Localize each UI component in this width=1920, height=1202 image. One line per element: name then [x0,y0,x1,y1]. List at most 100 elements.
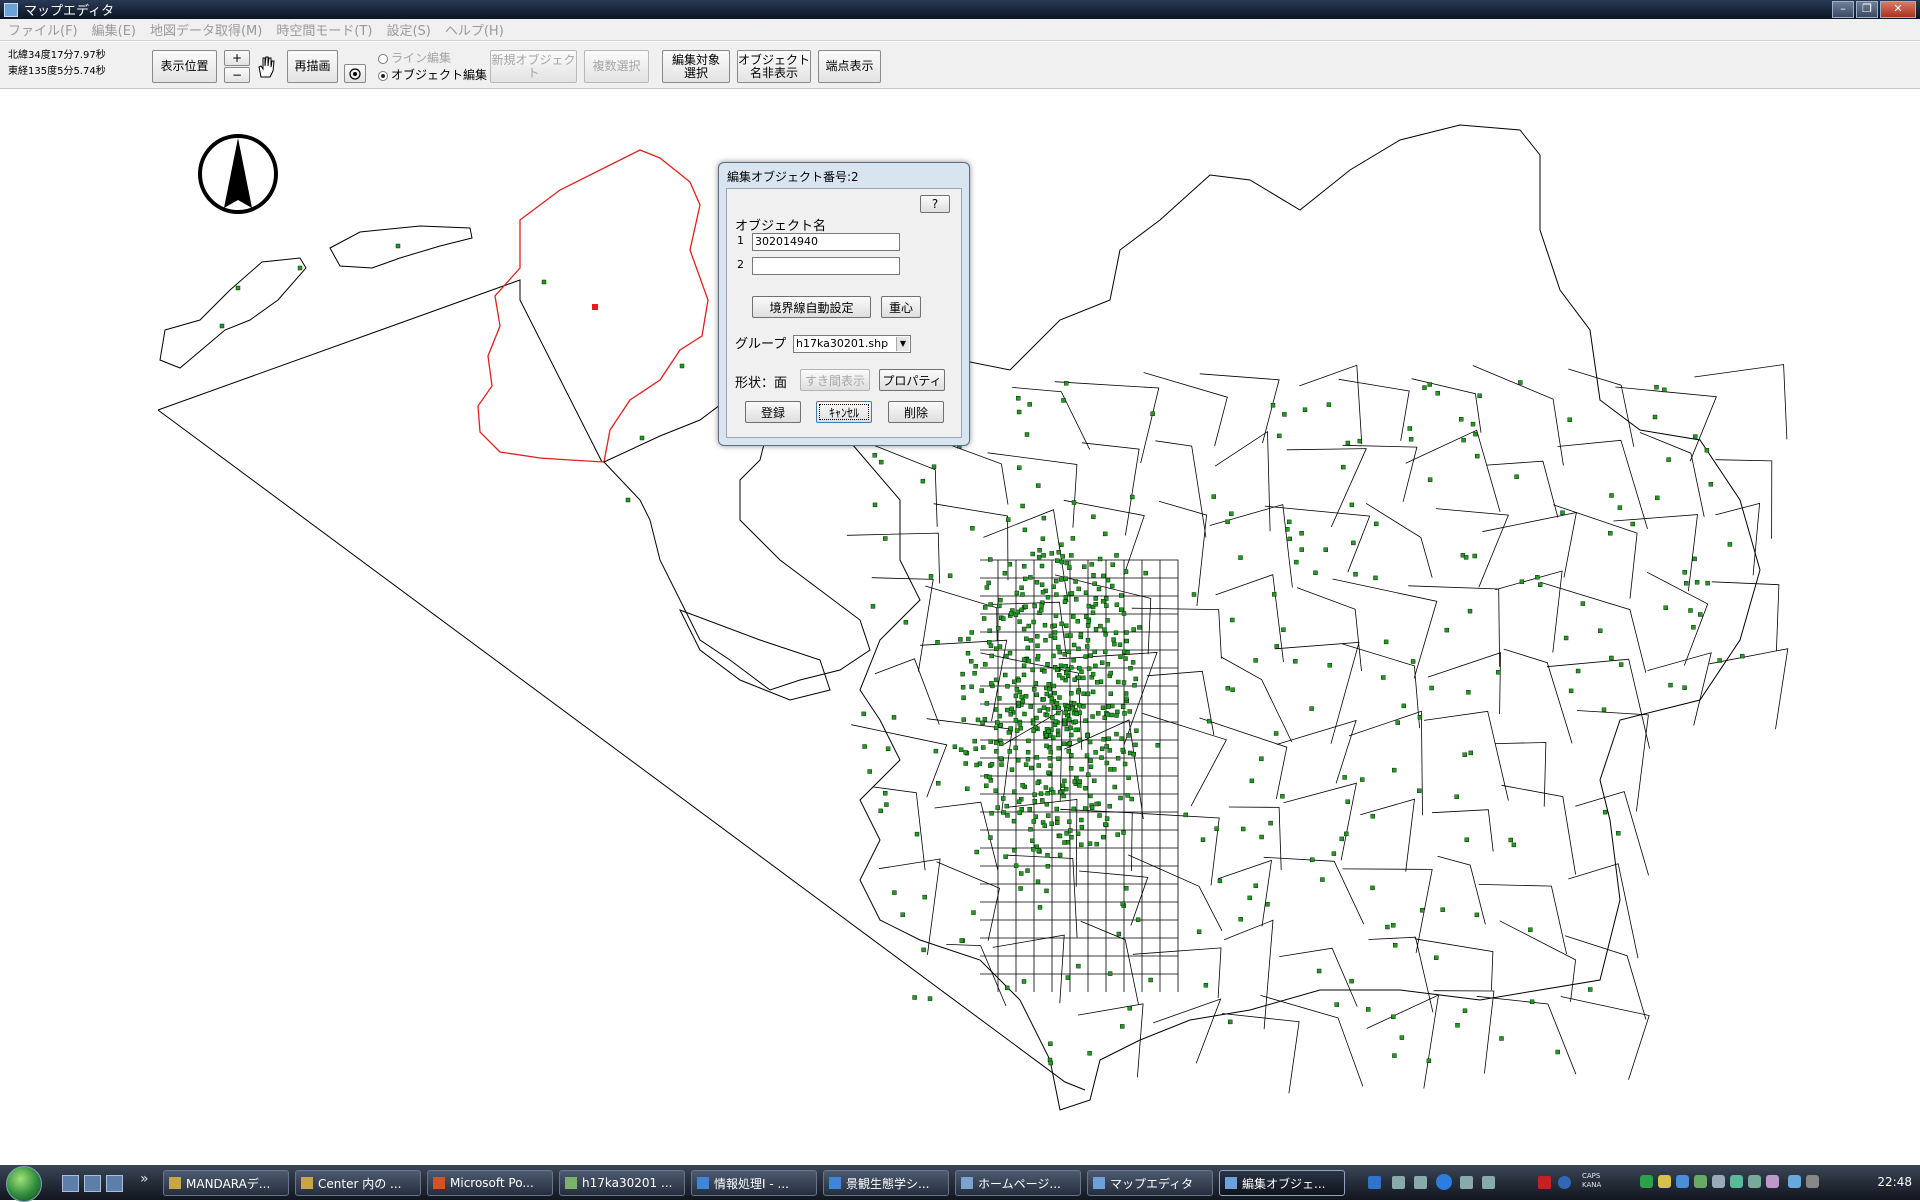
centroid-point[interactable] [1035,879,1041,884]
centroid-point[interactable] [1427,382,1432,387]
centroid-point[interactable] [1410,659,1416,664]
centroid-point[interactable] [1247,895,1252,901]
centroid-point[interactable] [395,243,401,249]
centroid-point[interactable] [1131,752,1137,757]
centroid-point[interactable] [1334,1002,1340,1007]
centroid-point[interactable] [1461,437,1466,443]
centroid-point[interactable] [1027,402,1032,407]
centroid-point[interactable] [1617,505,1623,510]
centroid-point[interactable] [1024,432,1030,437]
centroid-point[interactable] [1475,453,1480,459]
centroid-point[interactable] [1085,691,1091,697]
centroid-point[interactable] [1093,627,1099,632]
centroid-point[interactable] [1064,831,1069,836]
centroid-point[interactable] [1129,796,1134,802]
centroid-point[interactable] [1027,807,1032,812]
centroid-point[interactable] [639,435,645,441]
centroid-point[interactable] [1016,758,1021,763]
centroid-point[interactable] [1118,607,1124,612]
centroid-point[interactable] [997,644,1003,649]
centroid-point[interactable] [1043,785,1049,790]
centroid-point[interactable] [1126,775,1131,780]
centroid-point[interactable] [1326,402,1332,407]
centroid-point[interactable] [969,630,974,635]
centroid-point[interactable] [1079,842,1084,847]
centroid-point[interactable] [1037,548,1042,553]
centroid-point[interactable] [1047,686,1052,692]
centroid-point[interactable] [1017,465,1022,470]
centroid-point[interactable] [1518,380,1523,385]
printer-icon[interactable] [1766,1175,1779,1188]
centroid-point[interactable] [1150,411,1155,416]
centroid-point[interactable] [979,688,984,693]
centroid-point[interactable] [1473,431,1478,437]
centroid-point[interactable] [1083,654,1088,659]
centroid-point[interactable] [1127,1006,1132,1011]
centroid-point[interactable] [1016,409,1022,415]
centroid-point[interactable] [981,616,987,621]
centroid-point[interactable] [984,585,990,590]
centroid-point[interactable] [1114,553,1119,558]
centroid-point[interactable] [1013,863,1019,868]
centroid-point[interactable] [1045,864,1051,869]
centroid-point[interactable] [1270,403,1276,408]
centroid-point[interactable] [1056,756,1061,761]
centroid-point[interactable] [1062,721,1067,727]
centroid-point[interactable] [1037,708,1042,713]
centroid-point[interactable] [1120,747,1126,753]
centroid-point[interactable] [872,502,878,508]
centroid-point[interactable] [1688,608,1693,613]
centroid-point[interactable] [1092,581,1097,586]
menu-help[interactable]: ヘルプ(H) [445,20,504,39]
centroid-point[interactable] [1370,885,1375,891]
centroid-point[interactable] [1054,592,1059,597]
centroid-point[interactable] [1107,748,1112,753]
centroid-point[interactable] [1089,805,1095,810]
property-button[interactable]: プロパティ [879,369,945,391]
menu-spacetime[interactable]: 時空間モード(T) [276,20,372,39]
centroid-point[interactable] [972,738,977,744]
centroid-point[interactable] [1663,605,1668,610]
centroid-point[interactable] [1391,767,1397,773]
centroid-point[interactable] [1040,536,1046,541]
usb-icon[interactable] [1712,1175,1725,1188]
register-button[interactable]: 登録 [745,401,801,423]
centroid-point[interactable] [1067,717,1072,722]
centroid-point[interactable] [1013,693,1019,699]
menu-settings[interactable]: 設定(S) [386,20,430,39]
centroid-point[interactable] [1012,848,1017,853]
centroid-point[interactable] [1093,602,1099,607]
centroid-point[interactable] [1055,732,1061,738]
centroid-point[interactable] [1035,653,1041,659]
centroid-point[interactable] [1048,749,1053,755]
centroid-point[interactable] [1102,649,1108,654]
centroid-point[interactable] [1071,500,1077,505]
centroid-point[interactable] [1049,551,1054,556]
help-tray-icon[interactable] [1558,1176,1571,1189]
centroid-point[interactable] [1072,677,1077,682]
centroid-point[interactable] [1079,766,1084,772]
centroid-point[interactable] [1084,733,1090,738]
centroid-point[interactable] [1462,752,1468,757]
centroid-point[interactable] [1032,799,1038,804]
centroid-point[interactable] [1127,750,1133,756]
centroid-point[interactable] [1094,801,1099,807]
centroid-point[interactable] [1009,767,1015,772]
centroid-point[interactable] [1076,963,1081,969]
centroid-point[interactable] [1007,749,1012,754]
delete-button[interactable]: 削除 [888,401,944,423]
centroid-point[interactable] [1046,813,1051,818]
centroid-point[interactable] [1005,813,1010,818]
centroid-point[interactable] [1049,696,1055,701]
centroid-point[interactable] [1105,662,1111,667]
centroid-point[interactable] [1284,527,1290,532]
centroid-point[interactable] [1422,385,1427,390]
centroid-point[interactable] [1104,744,1109,749]
centroid-point[interactable] [1666,457,1671,462]
centroid-point[interactable] [1012,679,1017,684]
centroid-point[interactable] [1017,810,1022,815]
centroid-point[interactable] [1008,726,1013,731]
centroid-point[interactable] [1016,799,1022,804]
centroid-point[interactable] [1104,816,1110,821]
centroid-point[interactable] [1099,660,1105,665]
